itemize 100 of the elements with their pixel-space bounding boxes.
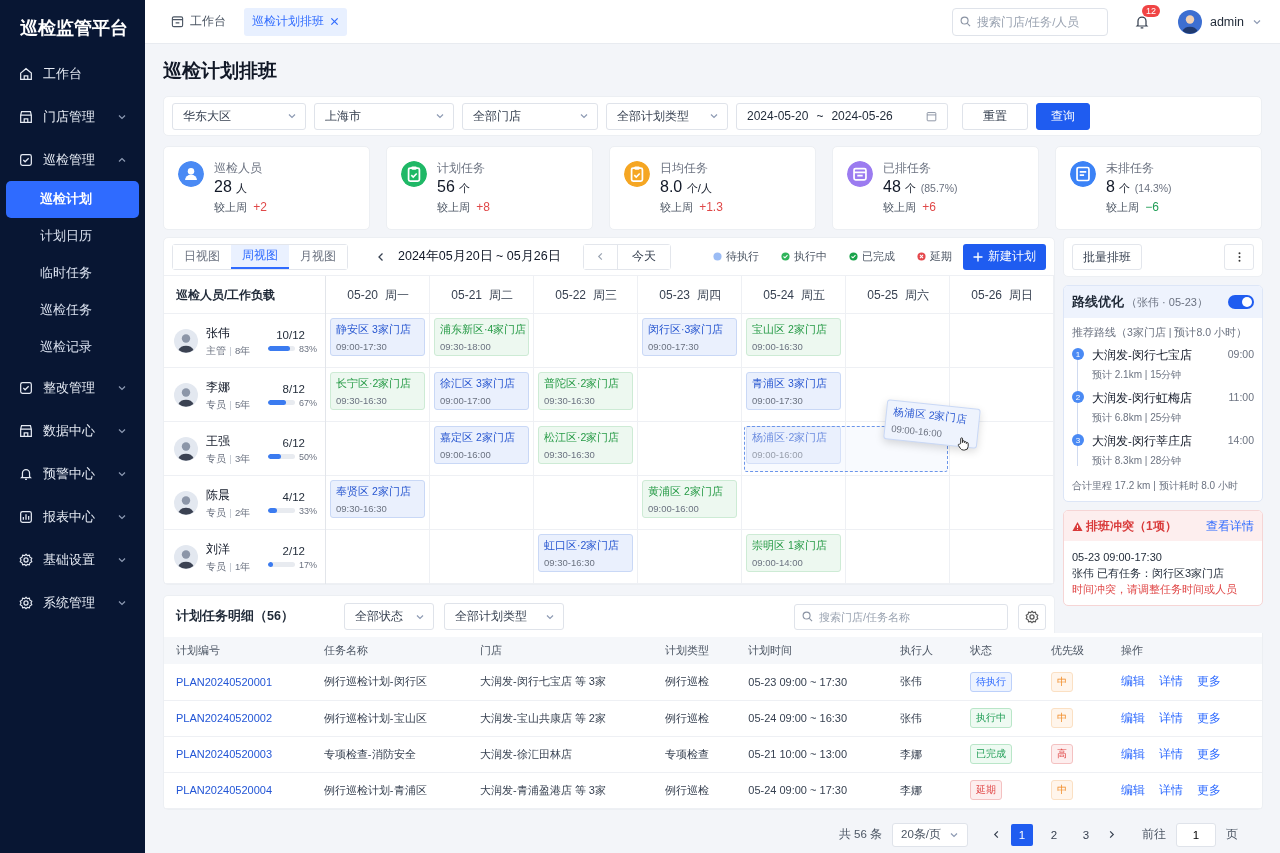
page-tab[interactable]: 工作台 <box>163 7 234 36</box>
nav-subitem[interactable]: 巡检任务 <box>6 292 139 329</box>
action-link[interactable]: 详情 <box>1159 782 1184 798</box>
stop-detail: 预计 8.3km | 28分钟 <box>1092 454 1183 468</box>
search-field[interactable]: 搜索门店/任务/人员 <box>951 7 1108 36</box>
view-tab[interactable]: 周视图 <box>231 244 289 269</box>
priority-tag: 中 <box>1051 671 1073 692</box>
day-header: 05-21 周二 <box>450 286 514 304</box>
status-filter[interactable]: 全部状态 <box>343 603 434 630</box>
close-icon[interactable] <box>330 17 339 26</box>
action-link[interactable]: 编辑 <box>1121 674 1146 690</box>
nav-item[interactable]: 基础设置 <box>0 538 145 581</box>
stat-comparison: 较上周 +8 <box>437 200 490 215</box>
schedule-event[interactable]: 崇明区 1家门店 09:00-14:00 <box>746 534 841 572</box>
action-link[interactable]: 更多 <box>1197 710 1222 726</box>
plan-id-link[interactable]: PLAN20240520002 <box>176 712 273 724</box>
batch-schedule-button[interactable]: 批量排班 <box>1072 244 1142 270</box>
schedule-event[interactable]: 青浦区 3家门店 09:00-17:30 <box>746 372 841 410</box>
dragged-event[interactable]: 杨浦区 2家门店 09:00-16:00 <box>883 399 981 449</box>
page-button[interactable]: 3 <box>1075 823 1097 846</box>
workload-count: 10/12 <box>276 328 305 341</box>
page-button[interactable]: 1 <box>1011 823 1033 846</box>
previous-icon[interactable] <box>376 251 386 262</box>
filter-select[interactable]: 上海市 <box>314 102 454 130</box>
schedule-event[interactable]: 宝山区 2家门店 09:00-16:30 <box>746 318 841 356</box>
query-button[interactable]: 查询 <box>1036 102 1090 130</box>
workload-percent: 17% <box>299 559 317 570</box>
chart-icon <box>18 508 34 525</box>
schedule-event[interactable]: 长宁区·2家门店 09:30-16:30 <box>330 372 425 410</box>
avatar-icon <box>174 491 198 515</box>
date-range: 2024年05月20日 ~ 05月26日 <box>398 248 561 265</box>
nav-item[interactable]: 整改管理 <box>0 366 145 409</box>
nav-subitem[interactable]: 巡检记录 <box>6 329 139 366</box>
page-size-select[interactable]: 20条/页 <box>892 822 968 847</box>
table-cell: 李娜 <box>887 772 958 808</box>
stat-value: 8 个 (14.3%) <box>1106 178 1172 196</box>
stat-value: 28 人 <box>214 178 249 196</box>
action-link[interactable]: 更多 <box>1197 782 1222 798</box>
stop-time: 09:00 <box>1227 348 1254 362</box>
total-count: 共 56 条 <box>838 827 882 842</box>
nav-item[interactable]: 系统管理 <box>0 581 145 624</box>
action-link[interactable]: 编辑 <box>1121 746 1146 762</box>
workload-bar <box>268 346 295 351</box>
plan-id-link[interactable]: PLAN20240520001 <box>176 675 273 688</box>
action-link[interactable]: 编辑 <box>1121 782 1146 798</box>
filter-select[interactable]: 华东大区 <box>172 102 306 130</box>
reset-button[interactable]: 重置 <box>962 102 1028 130</box>
user-name[interactable]: admin <box>1209 14 1244 29</box>
nav-item[interactable]: 门店管理 <box>0 95 145 138</box>
calendar-icon <box>171 15 184 28</box>
type-filter[interactable]: 全部计划类型 <box>443 603 564 630</box>
action-link[interactable]: 更多 <box>1197 746 1222 762</box>
filter-select[interactable]: 全部计划类型 <box>606 102 728 130</box>
schedule-event[interactable]: 杨浦区·2家门店 09:00-16:00 <box>746 426 841 464</box>
settings-button[interactable] <box>1018 603 1046 630</box>
schedule-event[interactable]: 浦东新区·4家门店 09:30-18:00 <box>434 318 529 356</box>
details-link[interactable]: 查看详情 <box>1206 518 1254 534</box>
nav-subitem[interactable]: 计划日历 <box>6 218 139 255</box>
previous-icon[interactable] <box>992 830 1001 839</box>
next-icon[interactable] <box>1107 830 1116 839</box>
filter-select[interactable]: 全部门店 <box>462 102 598 130</box>
goto-label: 前往 <box>1142 827 1166 842</box>
nav-item[interactable]: 预警中心 <box>0 452 145 495</box>
action-link[interactable]: 更多 <box>1197 674 1222 690</box>
plan-id-link[interactable]: PLAN20240520003 <box>176 748 273 760</box>
schedule-event[interactable]: 虹口区·2家门店 09:30-16:30 <box>538 534 633 572</box>
nav-subitem[interactable]: 临时任务 <box>6 255 139 292</box>
page-tab[interactable]: 巡检计划排班 <box>244 7 347 36</box>
plan-id-link[interactable]: PLAN20240520004 <box>176 784 273 796</box>
search-field[interactable]: 搜索门店/任务名称 <box>794 603 1008 630</box>
home-icon <box>18 65 34 82</box>
nav-item[interactable]: 工作台 <box>0 52 145 95</box>
nav-subitem[interactable]: 巡检计划 <box>6 181 139 218</box>
column-header: 优先级 <box>1039 637 1110 664</box>
status-tag: 待执行 <box>969 671 1012 692</box>
person-tenure: 2年 <box>235 506 251 520</box>
action-link[interactable]: 详情 <box>1159 710 1184 726</box>
nav-item[interactable]: 巡检管理 <box>0 138 145 181</box>
schedule-event[interactable]: 黄浦区 2家门店 09:00-16:00 <box>642 480 737 518</box>
stop-detail: 预计 2.1km | 15分钟 <box>1092 368 1183 382</box>
page-button[interactable]: 2 <box>1043 823 1065 846</box>
schedule-event[interactable]: 嘉定区 2家门店 09:00-16:00 <box>434 426 529 464</box>
nav-item[interactable]: 报表中心 <box>0 495 145 538</box>
new-plan-button[interactable]: 新建计划 <box>963 243 1046 270</box>
chevron-icon <box>709 111 719 121</box>
avatar-icon[interactable] <box>1177 9 1202 34</box>
page-input[interactable]: 1 <box>1176 822 1216 847</box>
toggle-switch[interactable] <box>1228 295 1254 309</box>
action-link[interactable]: 编辑 <box>1121 710 1146 726</box>
nav-item[interactable]: 数据中心 <box>0 409 145 452</box>
date-range-field[interactable]: 2024-05-20 ~ 2024-05-26 <box>736 102 948 130</box>
schedule-event[interactable]: 徐汇区 3家门店 09:00-17:00 <box>434 372 529 410</box>
schedule-event[interactable]: 静安区 3家门店 09:00-17:30 <box>330 318 425 356</box>
schedule-event[interactable]: 普陀区·2家门店 09:30-16:30 <box>538 372 633 410</box>
schedule-event[interactable]: 奉贤区 2家门店 09:30-16:30 <box>330 480 425 518</box>
today-button[interactable]: 今天 <box>616 244 670 269</box>
schedule-event[interactable]: 松江区·2家门店 09:30-16:30 <box>538 426 633 464</box>
schedule-event[interactable]: 闵行区·3家门店 09:00-17:30 <box>642 318 737 356</box>
action-link[interactable]: 详情 <box>1159 746 1184 762</box>
action-link[interactable]: 详情 <box>1159 674 1184 690</box>
